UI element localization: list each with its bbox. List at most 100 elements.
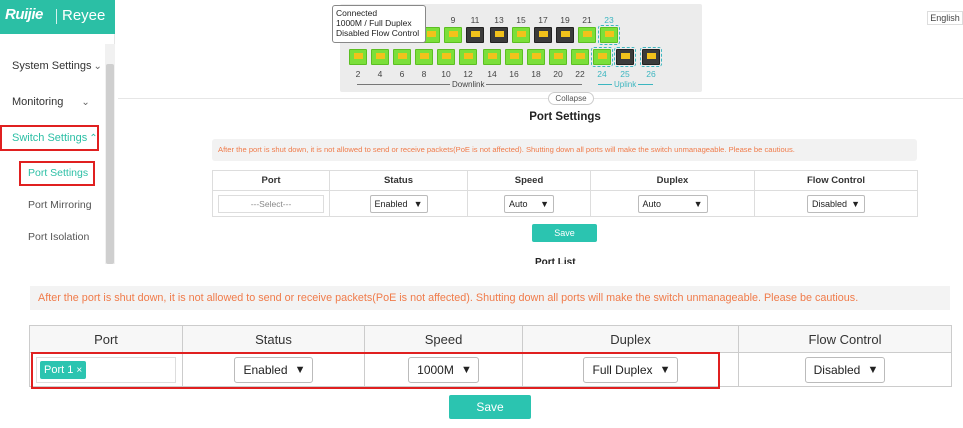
- port-pin-icon: [427, 31, 436, 37]
- port-number-label: 22: [575, 69, 585, 79]
- switch-port-bottom[interactable]: [505, 49, 523, 65]
- port-number-label: 4: [377, 69, 383, 79]
- brand-logo-ruijie: Ruijie: [5, 6, 43, 23]
- port-pin-icon: [554, 53, 563, 59]
- port-pin-icon: [583, 31, 592, 37]
- switch-port-top[interactable]: [512, 27, 530, 43]
- sidebar-item-label: Monitoring: [12, 96, 64, 108]
- port-pin-icon: [376, 53, 385, 59]
- sidebar-item-system-settings[interactable]: System Settings ⌄: [12, 60, 102, 72]
- switch-port-top[interactable]: [466, 27, 484, 43]
- port-number-label: 9: [450, 15, 456, 25]
- save-button[interactable]: Save: [532, 224, 597, 242]
- port-number-label: 21: [582, 15, 592, 25]
- save-button-zoomed[interactable]: Save: [449, 395, 531, 419]
- language-select[interactable]: English: [927, 11, 963, 25]
- column-header-flow-control: Flow Control: [738, 325, 952, 353]
- port-number-label: 17: [538, 15, 548, 25]
- speed-select[interactable]: Auto ▼: [504, 194, 554, 213]
- speed-select-value: Auto: [509, 198, 528, 209]
- switch-port-top[interactable]: [534, 27, 552, 43]
- switch-port-bottom[interactable]: [437, 49, 455, 65]
- port-number-label: 15: [516, 15, 526, 25]
- port-number-label: 8: [421, 69, 427, 79]
- port-number-label: 14: [487, 69, 497, 79]
- flow-control-select-zoomed[interactable]: Disabled ▼: [804, 356, 886, 383]
- port-select[interactable]: ---Select---: [218, 194, 324, 213]
- tooltip-line-speed: 1000M / Full Duplex: [336, 18, 412, 28]
- shutdown-warning-zoomed: After the port is shut down, it is not a…: [30, 286, 950, 310]
- duplex-select[interactable]: Auto ▼: [637, 194, 708, 213]
- switch-port-top[interactable]: [598, 25, 620, 45]
- port-number-label: 13: [494, 15, 504, 25]
- port-pin-icon: [420, 53, 429, 59]
- tooltip-line-flow: Disabled Flow Control: [336, 28, 420, 38]
- port-pin-icon: [621, 53, 630, 59]
- sidebar-scrollbar-thumb[interactable]: [106, 64, 114, 264]
- column-header-status: Status: [329, 170, 468, 191]
- flow-control-select-value: Disabled: [813, 362, 861, 377]
- sidebar-item-monitoring[interactable]: Monitoring ⌄: [12, 96, 90, 108]
- port-pin-icon: [576, 53, 585, 59]
- chevron-down-icon: ▼: [867, 363, 879, 376]
- uplink-label: Uplink: [612, 80, 639, 89]
- chevron-down-icon: ⌄: [81, 97, 90, 108]
- port-number-label: 24: [597, 69, 607, 79]
- sidebar-subitem-port-mirroring[interactable]: Port Mirroring: [28, 199, 92, 211]
- port-pin-icon: [354, 53, 363, 59]
- port-pin-icon: [488, 53, 497, 59]
- column-header-duplex: Duplex: [590, 170, 755, 191]
- highlight-box-switch-settings: [0, 125, 99, 151]
- port-number-label: 26: [646, 69, 656, 79]
- switch-port-bottom[interactable]: [483, 49, 501, 65]
- switch-port-bottom[interactable]: [393, 49, 411, 65]
- port-pin-icon: [517, 31, 526, 37]
- shutdown-warning: After the port is shut down, it is not a…: [212, 139, 917, 161]
- port-pin-icon: [449, 31, 458, 37]
- sidebar-subitem-port-isolation[interactable]: Port Isolation: [28, 231, 89, 243]
- sidebar-item-label: System Settings: [12, 60, 92, 72]
- switch-port-bottom[interactable]: [640, 47, 662, 67]
- port-pin-icon: [471, 31, 480, 37]
- status-select[interactable]: Enabled ▼: [369, 194, 428, 213]
- switch-port-top[interactable]: [490, 27, 508, 43]
- panel-divider: [118, 98, 963, 99]
- column-header-port: Port: [29, 325, 183, 353]
- column-header-duplex: Duplex: [522, 325, 739, 353]
- switch-port-bottom[interactable]: [415, 49, 433, 65]
- port-number-label: 16: [509, 69, 519, 79]
- column-header-speed: Speed: [364, 325, 523, 353]
- port-number-label: 12: [463, 69, 473, 79]
- switch-port-bottom[interactable]: [371, 49, 389, 65]
- switch-port-top[interactable]: [444, 27, 462, 43]
- chevron-down-icon: ▼: [413, 198, 423, 209]
- switch-port-bottom[interactable]: [349, 49, 367, 65]
- switch-port-bottom[interactable]: [459, 49, 477, 65]
- port-number-label: 20: [553, 69, 563, 79]
- port-pin-icon: [561, 31, 570, 37]
- switch-port-bottom[interactable]: [549, 49, 567, 65]
- switch-port-top[interactable]: [578, 27, 596, 43]
- highlight-box-settings-row: [31, 352, 720, 389]
- column-header-port: Port: [212, 170, 330, 191]
- chevron-down-icon: ▼: [693, 198, 703, 209]
- brand-header: Ruijie Reyee: [0, 0, 115, 34]
- column-header-status: Status: [182, 325, 365, 353]
- brand-logo-reyee: Reyee: [62, 7, 106, 24]
- switch-port-bottom[interactable]: [571, 49, 589, 65]
- switch-port-bottom[interactable]: [591, 47, 613, 67]
- chevron-down-icon: ▼: [540, 198, 549, 209]
- switch-port-bottom[interactable]: [614, 47, 636, 67]
- port-number-label: 10: [441, 69, 451, 79]
- flow-control-select[interactable]: Disabled ▼: [807, 194, 865, 213]
- port-number-label: 19: [560, 15, 570, 25]
- status-select-value: Enabled: [374, 198, 408, 209]
- tooltip-line-connection: Connected: [336, 8, 378, 18]
- section-divider: [0, 264, 963, 282]
- collapse-button[interactable]: Collapse: [548, 92, 594, 105]
- switch-port-bottom[interactable]: [527, 49, 545, 65]
- port-pin-icon: [442, 53, 451, 59]
- port-pin-icon: [398, 53, 407, 59]
- switch-port-top[interactable]: [556, 27, 574, 43]
- port-number-label: 23: [604, 15, 614, 25]
